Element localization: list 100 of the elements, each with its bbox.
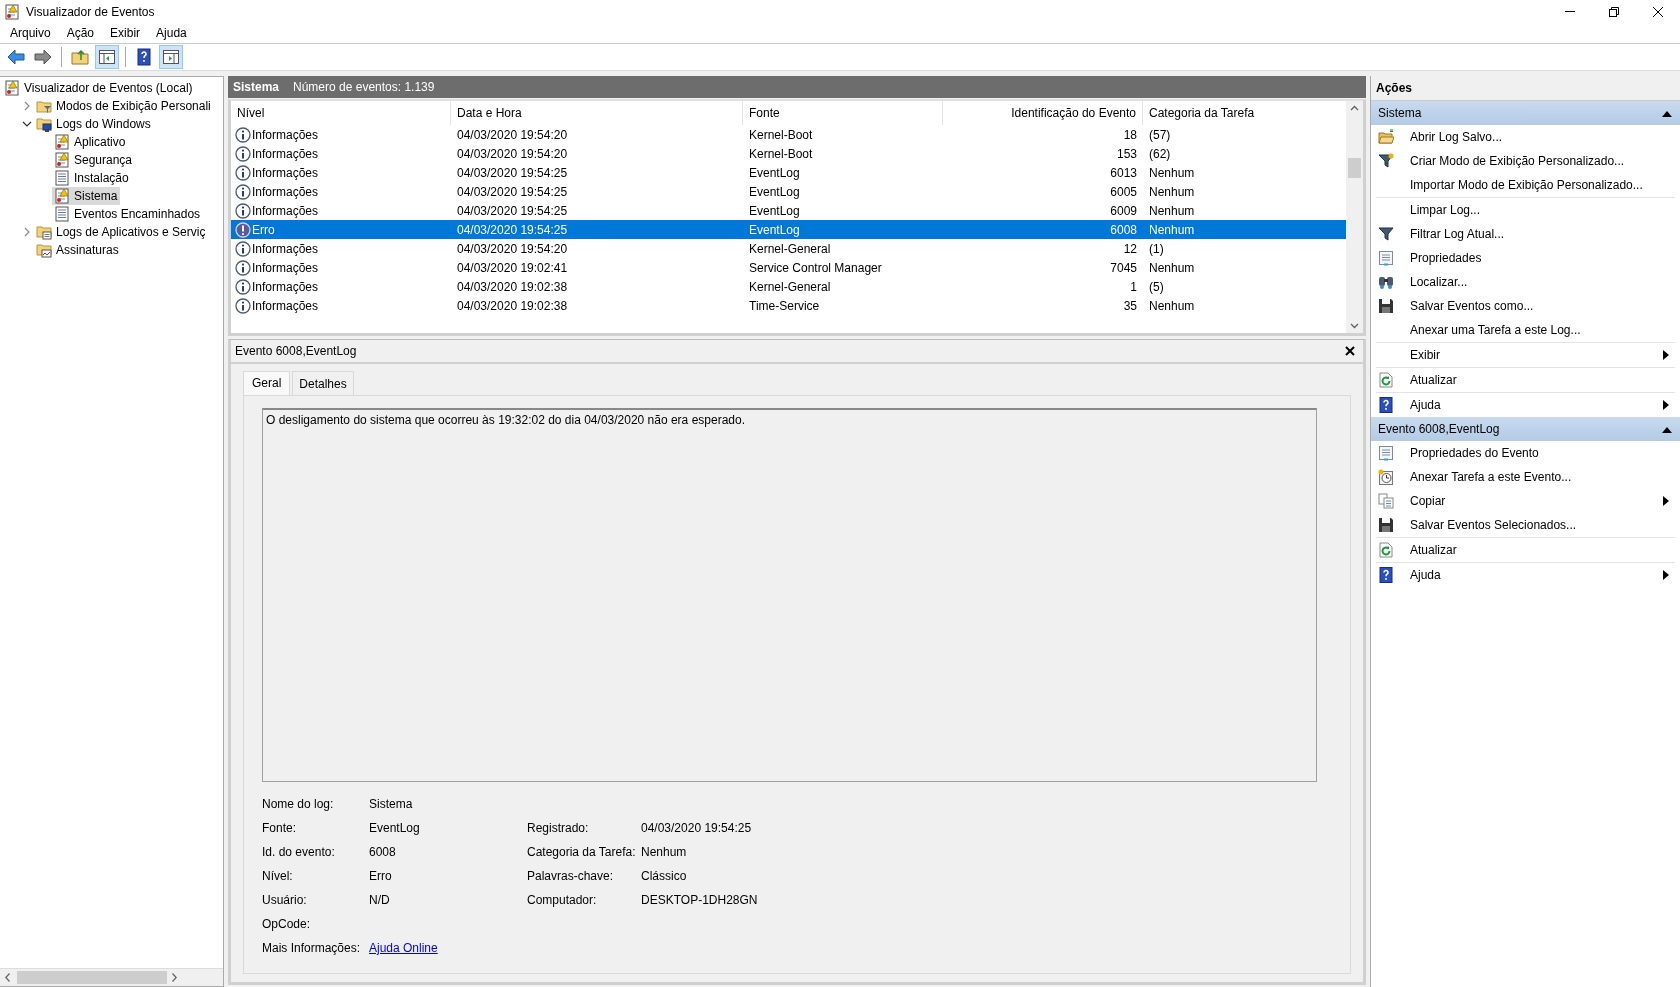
menu-item[interactable]: Arquivo: [2, 26, 59, 40]
tree-item[interactable]: Instalação: [52, 169, 132, 187]
submenu-arrow-icon: [1663, 570, 1669, 580]
log-warning-icon: [54, 188, 70, 204]
table-cell-text: 6009: [1109, 203, 1138, 218]
action-item[interactable]: Localizar...: [1376, 270, 1675, 294]
action-item[interactable]: Exibir: [1376, 343, 1675, 368]
table-cell-text: (1): [1148, 241, 1165, 256]
collapse-arrow-icon[interactable]: [1662, 425, 1672, 433]
tree-item[interactable]: Sistema: [52, 187, 121, 205]
log-warning-icon: [54, 152, 70, 168]
table-cell-text: 04/03/2020 19:54:25: [456, 203, 569, 218]
field-label: Nível:: [262, 869, 294, 883]
action-item[interactable]: Atualizar: [1376, 538, 1675, 563]
action-label: Anexar uma Tarefa a este Log...: [1410, 323, 1582, 337]
action-item[interactable]: Ajuda: [1376, 393, 1675, 417]
action-item[interactable]: Copiar: [1376, 489, 1675, 513]
action-item[interactable]: Propriedades: [1376, 246, 1675, 270]
action-item[interactable]: Criar Modo de Exibição Personalizado...: [1376, 149, 1675, 173]
table-cell-text: Nenhum: [1148, 203, 1196, 218]
help-link[interactable]: Ajuda Online: [369, 941, 438, 955]
folder-log-icon: [36, 224, 52, 240]
tree-item[interactable]: Eventos Encaminhados: [52, 205, 204, 223]
tree-item[interactable]: Logs do Windows: [34, 115, 154, 133]
info-icon: [235, 183, 251, 200]
vertical-scrollbar[interactable]: [1346, 101, 1363, 333]
help-icon: [1378, 567, 1394, 583]
action-label: Criar Modo de Exibição Personalizado...: [1410, 154, 1626, 168]
log-icon: [54, 206, 70, 222]
expand-chevron-icon[interactable]: [22, 227, 32, 237]
table-row[interactable]: Informações 04/03/2020 19:54:25 EventLog 6013 Nenhum: [231, 163, 1346, 182]
scrollbar-thumb[interactable]: [17, 971, 167, 984]
horizontal-scrollbar[interactable]: [0, 968, 223, 986]
column-header[interactable]: Identificação do Evento: [943, 101, 1143, 125]
table-cell-text: Kernel-General: [748, 279, 832, 294]
table-row[interactable]: Informações 04/03/2020 19:02:38 Time-Service 35 Nenhum: [231, 296, 1346, 315]
collapse-arrow-icon[interactable]: [1662, 109, 1672, 117]
tree-item[interactable]: Assinaturas: [34, 241, 122, 259]
menu-item[interactable]: Ajuda: [148, 26, 195, 40]
table-cell-text: EventLog: [748, 184, 801, 199]
info-icon: [235, 145, 251, 162]
action-item[interactable]: Atualizar: [1376, 368, 1675, 393]
copy-icon: [1378, 493, 1394, 509]
info-icon: [235, 240, 251, 257]
action-item[interactable]: Abrir Log Salvo...: [1376, 125, 1675, 149]
table-cell-text: Nenhum: [1148, 184, 1196, 199]
table-cell-text: Service Control Manager: [748, 260, 883, 275]
action-item[interactable]: Ajuda: [1376, 563, 1675, 587]
tree-item[interactable]: Visualizador de Eventos (Local): [2, 79, 196, 97]
section-header[interactable]: Sistema: [1371, 101, 1680, 125]
table-row[interactable]: Informações 04/03/2020 19:54:25 EventLog 6009 Nenhum: [231, 201, 1346, 220]
section-header[interactable]: Evento 6008,EventLog: [1371, 417, 1680, 441]
toolbar-button[interactable]: [159, 45, 183, 69]
expand-chevron-icon[interactable]: [22, 101, 32, 111]
column-header[interactable]: Fonte: [743, 101, 943, 125]
log-warning-icon: [4, 80, 20, 96]
action-item[interactable]: Salvar Eventos como...: [1376, 294, 1675, 318]
action-item[interactable]: Salvar Eventos Selecionados...: [1376, 513, 1675, 538]
subscriptions-icon: [36, 242, 52, 258]
table-row[interactable]: Informações 04/03/2020 19:54:20 Kernel-Boot 153 (62): [231, 144, 1346, 163]
log-icon: [54, 170, 70, 186]
table-row[interactable]: Erro 04/03/2020 19:54:25 EventLog 6008 Nenhum: [231, 220, 1346, 239]
field-label: Computador:: [527, 893, 598, 907]
toolbar-button[interactable]: [95, 45, 119, 69]
action-item[interactable]: Anexar Tarefa a este Evento...: [1376, 465, 1675, 489]
column-header[interactable]: Data e Hora: [451, 101, 743, 125]
help-icon: [1378, 397, 1394, 413]
menu-item[interactable]: Exibir: [102, 26, 149, 40]
field-value: Nenhum: [641, 845, 688, 859]
table-cell-text: Nenhum: [1148, 260, 1196, 275]
action-label: Propriedades do Evento: [1410, 446, 1540, 460]
action-item[interactable]: Anexar uma Tarefa a este Log...: [1376, 318, 1675, 343]
tab[interactable]: Geral: [243, 371, 291, 396]
action-item[interactable]: Importar Modo de Exibição Personalizado...: [1376, 173, 1675, 198]
table-row[interactable]: Informações 04/03/2020 19:54:20 Kernel-General 12 (1): [231, 239, 1346, 258]
tree-item[interactable]: Modos de Exibição Personali: [34, 97, 214, 115]
table-row[interactable]: Informações 04/03/2020 19:02:41 Service Control Manager 7045 Nenhum: [231, 258, 1346, 277]
action-item[interactable]: Filtrar Log Atual...: [1376, 222, 1675, 246]
action-label: Atualizar: [1410, 373, 1458, 387]
table-row[interactable]: Informações 04/03/2020 19:54:20 Kernel-Boot 18 (57): [231, 125, 1346, 144]
table-row[interactable]: Informações 04/03/2020 19:54:25 EventLog 6005 Nenhum: [231, 182, 1346, 201]
collapse-chevron-icon[interactable]: [22, 119, 32, 129]
pane-icon: [162, 48, 180, 66]
tree-item[interactable]: Logs de Aplicativos e Serviç: [34, 223, 209, 241]
table-row[interactable]: Informações 04/03/2020 19:02:38 Kernel-General 1 (5): [231, 277, 1346, 296]
table-cell-text: EventLog: [748, 222, 801, 237]
field-value: Sistema: [369, 797, 414, 811]
table-cell-text: (62): [1148, 146, 1172, 161]
table-cell-text: 6013: [1109, 165, 1138, 180]
scrollbar-thumb[interactable]: [1348, 158, 1361, 178]
column-header[interactable]: Nível: [231, 101, 451, 125]
action-item[interactable]: Limpar Log...: [1376, 198, 1675, 222]
tree-item[interactable]: Segurança: [52, 151, 136, 169]
tree-item[interactable]: Aplicativo: [52, 133, 129, 151]
menu-item[interactable]: Ação: [58, 26, 103, 40]
tab[interactable]: Detalhes: [292, 371, 354, 395]
field-label: OpCode:: [262, 917, 312, 931]
action-item[interactable]: Propriedades do Evento: [1376, 441, 1675, 465]
table-cell: Informações: [252, 165, 319, 180]
column-header[interactable]: Categoria da Tarefa: [1143, 101, 1343, 125]
